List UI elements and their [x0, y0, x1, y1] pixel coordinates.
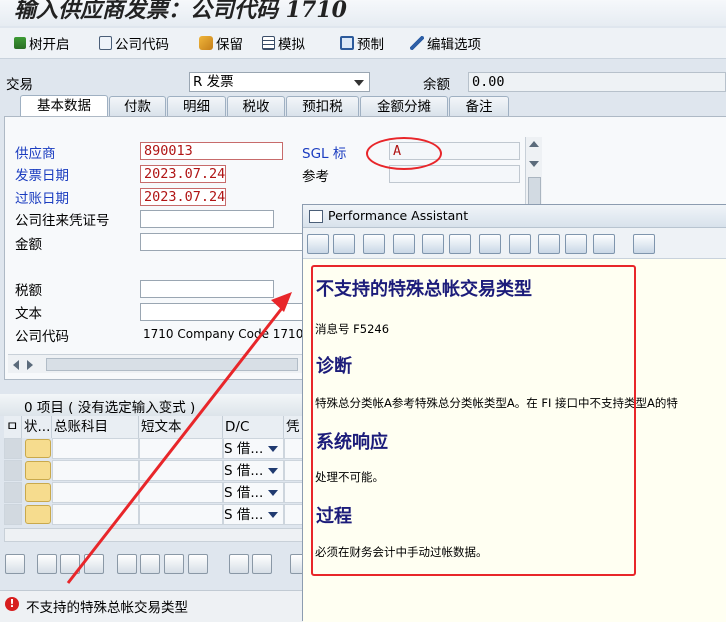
arrow-line — [66, 302, 288, 584]
arrow-head — [271, 292, 292, 312]
annotation-arrow — [66, 292, 292, 584]
